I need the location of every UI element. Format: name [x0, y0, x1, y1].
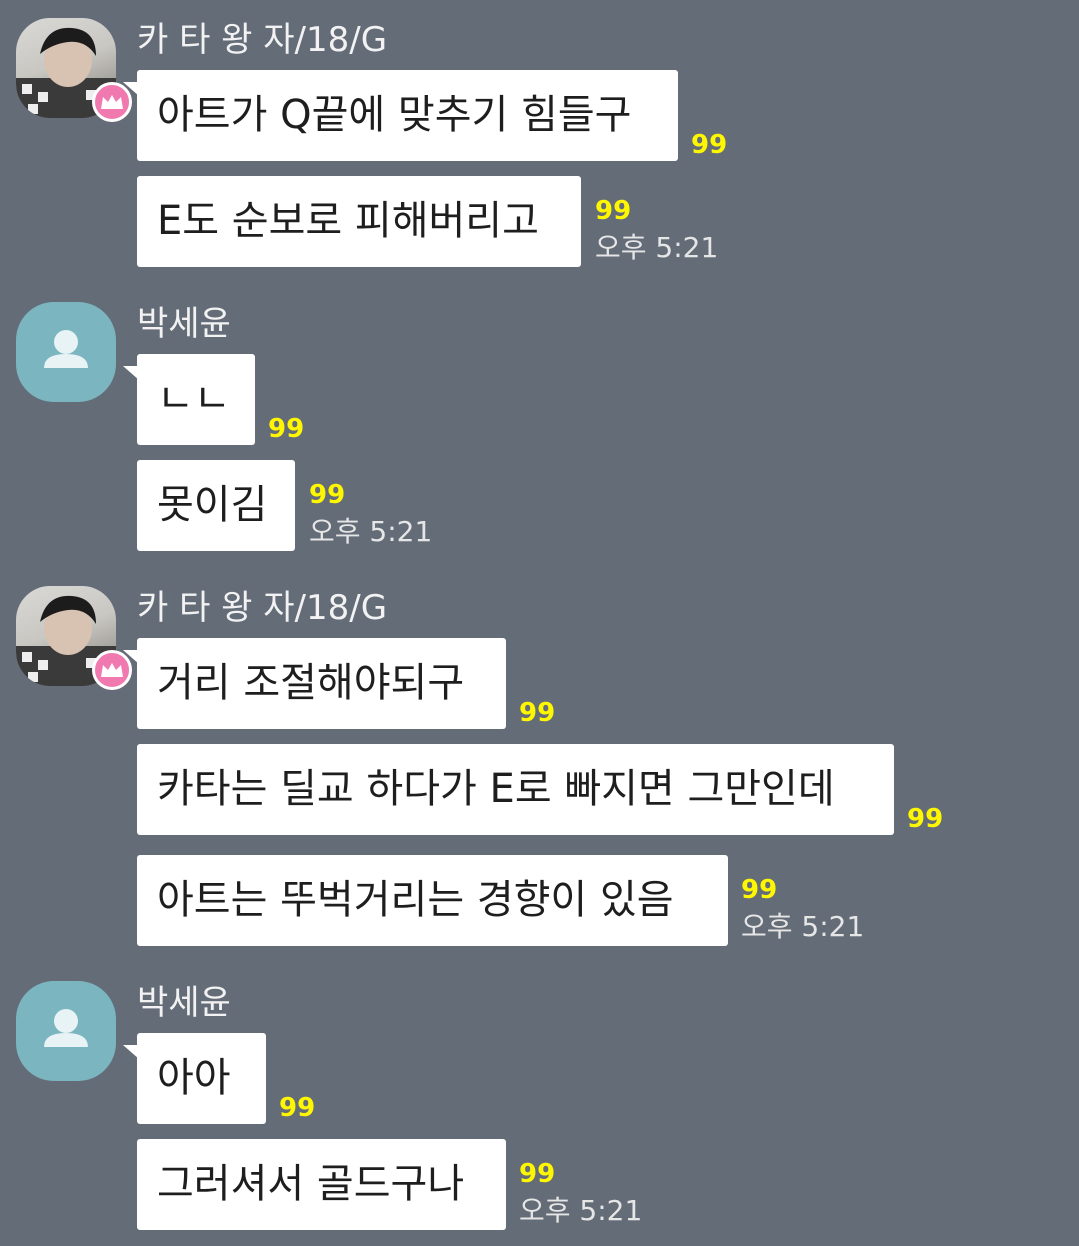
message-text: E도 순보로 피해버리고	[157, 198, 539, 244]
unread-count: 99	[741, 875, 778, 905]
message-bubble[interactable]: E도 순보로 피해버리고	[137, 176, 581, 267]
default-person-icon	[16, 302, 116, 402]
message-time: 오후 5:21	[519, 1194, 643, 1227]
message-bubble[interactable]: 아트가 Q끝에 맞추기 힘들구	[123, 70, 678, 161]
message-time: 오후 5:21	[741, 910, 865, 943]
message-time: 오후 5:21	[309, 515, 433, 548]
message-bubble[interactable]: 아트는 뚜벅거리는 경향이 있음	[137, 855, 728, 946]
bubble-tail	[123, 366, 139, 380]
sender-avatar[interactable]	[16, 586, 132, 690]
sender-avatar[interactable]	[16, 981, 116, 1081]
unread-count: 99	[519, 698, 556, 728]
default-person-icon	[16, 981, 116, 1081]
bubble-tail	[123, 1045, 139, 1059]
message-bubble[interactable]: 아아	[123, 1033, 266, 1124]
unread-count: 99	[279, 1093, 316, 1123]
unread-count: 99	[268, 414, 305, 444]
message-bubble[interactable]: 카타는 딜교 하다가 E로 빠지면 그만인데	[137, 744, 894, 835]
message-time: 오후 5:21	[595, 231, 719, 264]
unread-count: 99	[691, 130, 728, 160]
message-bubble[interactable]: 거리 조절해야되구	[123, 638, 506, 729]
message-bubble[interactable]: ㄴㄴ	[123, 354, 255, 445]
message-text: 아아	[157, 1055, 231, 1101]
sender-avatar[interactable]	[16, 18, 132, 122]
sender-avatar[interactable]	[16, 302, 116, 402]
sender-name: 카 타 왕 자/18/G	[137, 20, 388, 60]
message-text: 아트는 뚜벅거리는 경향이 있음	[157, 877, 674, 923]
sender-name: 박세윤	[137, 304, 231, 344]
sender-name: 카 타 왕 자/18/G	[137, 588, 388, 628]
message-bubble[interactable]: 그러셔서 골드구나	[137, 1139, 506, 1230]
message-text: ㄴㄴ	[157, 376, 231, 422]
message-text: 거리 조절해야되구	[157, 660, 465, 706]
bubble-tail	[123, 650, 139, 664]
unread-count: 99	[907, 804, 944, 834]
message-text: 못이김	[157, 482, 268, 528]
unread-count: 99	[519, 1159, 556, 1189]
unread-count: 99	[595, 196, 632, 226]
message-bubble[interactable]: 못이김	[137, 460, 295, 551]
bubble-tail	[123, 82, 139, 96]
message-text: 아트가 Q끝에 맞추기 힘들구	[157, 92, 632, 138]
message-text: 그러셔서 골드구나	[157, 1161, 465, 1207]
message-text: 카타는 딜교 하다가 E로 빠지면 그만인데	[157, 766, 835, 812]
unread-count: 99	[309, 480, 346, 510]
sender-name: 박세윤	[137, 983, 231, 1023]
